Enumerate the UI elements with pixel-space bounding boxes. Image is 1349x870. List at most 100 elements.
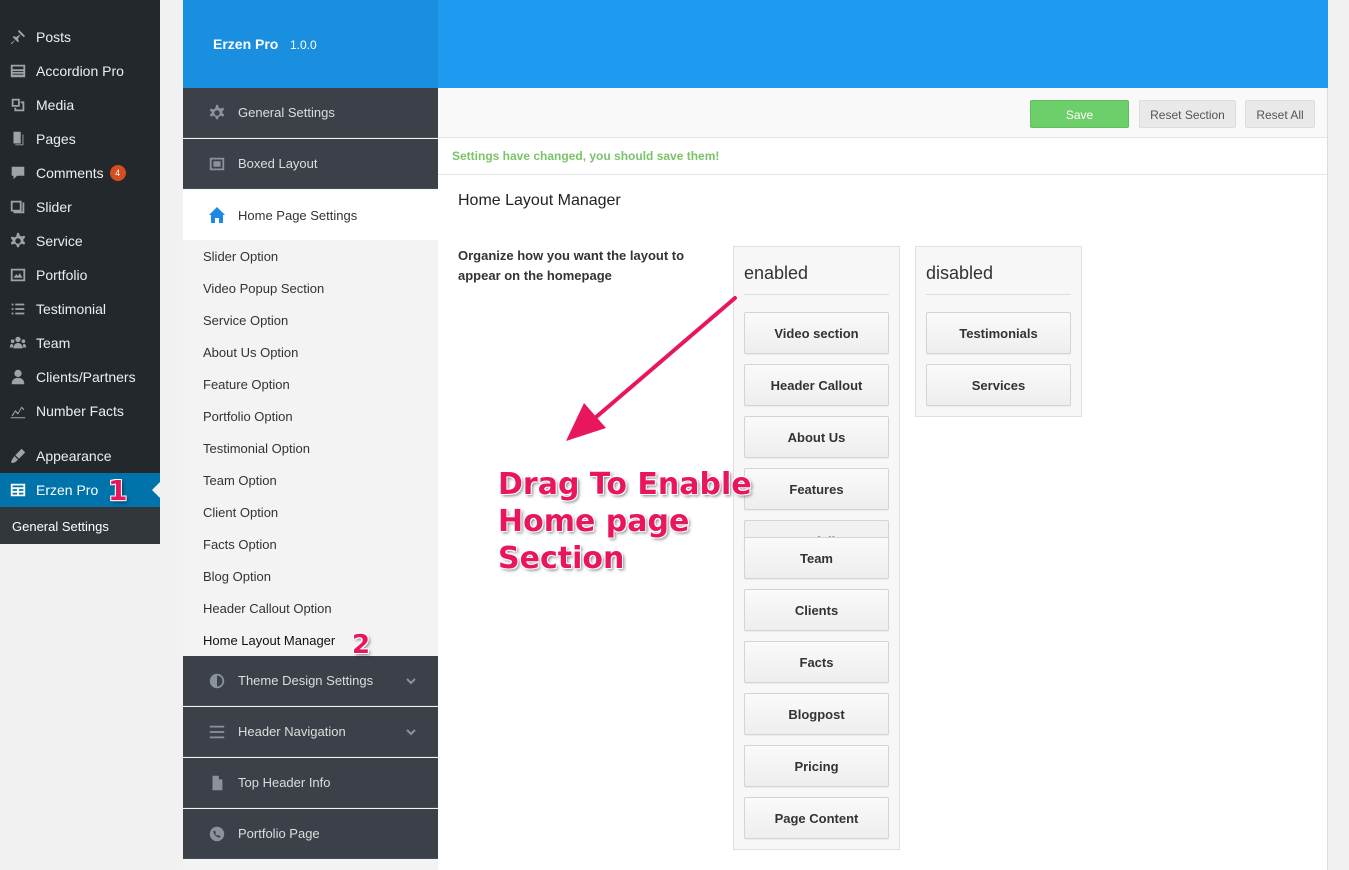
submenu-general-settings[interactable]: General Settings (0, 507, 160, 544)
subtab-slider-option[interactable]: Slider Option (203, 249, 278, 264)
options-sidebar: General Settings Boxed Layout Home Page … (183, 88, 438, 870)
tab-general-settings[interactable]: General Settings (183, 88, 438, 138)
table-icon (8, 480, 28, 500)
menu-item-erzen-pro[interactable]: Erzen Pro (0, 473, 160, 507)
brand-version: 1.0.0 (290, 38, 317, 52)
save-changes-button[interactable]: Save Changes (1030, 100, 1129, 150)
options-toolbar: Save Changes Reset Section Reset All (438, 88, 1327, 150)
reset-all-button[interactable]: Reset All (1245, 100, 1315, 128)
subtab-feature-option[interactable]: Feature Option (203, 377, 290, 392)
home-icon (207, 205, 227, 225)
sortable-block[interactable]: Pricing (744, 745, 889, 787)
pages-icon (8, 129, 28, 149)
subtab-facts-option[interactable]: Facts Option (203, 537, 277, 552)
annotation-step-2: 2 (352, 630, 371, 660)
team-icon (8, 333, 28, 353)
options-header: Erzen Pro 1.0.0 (183, 0, 1328, 88)
boxed-layout-icon (207, 154, 227, 174)
section-title: Home Layout Manager (458, 192, 621, 209)
field-description: Organize how you want the layout to appe… (458, 248, 685, 283)
media-icon (8, 95, 28, 115)
sortable-block[interactable]: Header Callout (744, 364, 889, 406)
sortable-block[interactable]: Features (744, 468, 889, 510)
menu-item-clients-partners[interactable]: Clients/Partners (0, 360, 160, 394)
reset-section-button[interactable]: Reset Section (1139, 100, 1236, 128)
brand-title: Erzen Pro (213, 36, 279, 52)
callout-line: Drag To Enable (498, 467, 752, 502)
subtab-team-option[interactable]: Team Option (203, 473, 277, 488)
menu-label: Number Facts (36, 403, 124, 419)
subtab-portfolio-option[interactable]: Portfolio Option (203, 409, 293, 424)
gear-icon (207, 103, 227, 123)
list-icon (8, 61, 28, 81)
sortable-block[interactable]: Services (926, 364, 1071, 406)
document-icon (207, 773, 227, 793)
tab-header-navigation[interactable]: Header Navigation (183, 707, 438, 757)
tab-boxed-layout[interactable]: Boxed Layout (183, 139, 438, 189)
tab-label: Home Page Settings (238, 207, 358, 223)
menu-icon (207, 722, 227, 742)
tab-portfolio-page[interactable]: Portfolio Page (183, 809, 438, 859)
menu-item-number-facts[interactable]: Number Facts (0, 394, 160, 428)
menu-label: Appearance (36, 448, 112, 464)
sortable-block[interactable]: Team (744, 537, 889, 579)
comment-icon (8, 163, 28, 183)
subtab-video-popup-section[interactable]: Video Popup Section (203, 281, 324, 296)
tab-label: Portfolio Page (238, 826, 320, 841)
menu-item-posts[interactable]: Posts (0, 20, 160, 54)
enabled-column[interactable]: enabled Video section Header Callout Abo… (733, 246, 900, 850)
menu-item-testimonial[interactable]: Testimonial (0, 292, 160, 326)
menu-label: Portfolio (36, 267, 88, 283)
comments-count-badge: 4 (109, 165, 126, 181)
sortable-block[interactable]: Facts (744, 641, 889, 683)
subtab-about-us-option[interactable]: About Us Option (203, 345, 298, 360)
subtab-testimonial-option[interactable]: Testimonial Option (203, 441, 310, 456)
subtab-client-option[interactable]: Client Option (203, 505, 278, 520)
sortable-block[interactable]: Blogpost (744, 693, 889, 735)
annotation-step-1: 1 (108, 474, 128, 507)
sortable-block[interactable]: Testimonials (926, 312, 1071, 354)
menu-item-service[interactable]: Service (0, 224, 160, 258)
wp-admin-menu: Posts Accordion Pro Media Pages Comments… (0, 0, 160, 544)
subtab-service-option[interactable]: Service Option (203, 313, 288, 328)
menu-item-portfolio[interactable]: Portfolio (0, 258, 160, 292)
notice-text: Settings have changed, you should save t… (452, 149, 720, 163)
menu-item-pages[interactable]: Pages (0, 122, 160, 156)
sortable-block[interactable]: Video section (744, 312, 889, 354)
callout-line: Home page (498, 504, 690, 539)
menu-item-team[interactable]: Team (0, 326, 160, 360)
menu-label: Testimonial (36, 301, 107, 317)
tab-theme-design-settings[interactable]: Theme Design Settings (183, 656, 438, 706)
chevron-down-icon (406, 674, 416, 685)
brush-icon (8, 446, 28, 466)
sortable-block[interactable]: Page Content (744, 797, 889, 839)
tab-top-header-info[interactable]: Top Header Info (183, 758, 438, 808)
menu-label: Comments (36, 165, 104, 181)
menu-item-slider[interactable]: Slider (0, 190, 160, 224)
menu-label: Erzen Pro (36, 482, 99, 498)
sortable-block[interactable]: About Us (744, 416, 889, 458)
submenu-label: General Settings (12, 519, 109, 534)
disabled-column[interactable]: disabled Testimonials Services (915, 246, 1082, 417)
menu-label: Clients/Partners (36, 369, 136, 385)
menu-label: Service (36, 233, 83, 249)
menu-item-comments[interactable]: Comments 4 (0, 156, 160, 190)
annotation-callout: Drag To Enable Home page Section (498, 466, 752, 577)
menu-label: Pages (36, 131, 76, 147)
menu-label: Slider (36, 199, 72, 215)
sortable-block[interactable]: Clients (744, 589, 889, 631)
tab-label: Header Navigation (238, 724, 346, 739)
pin-icon (8, 27, 28, 47)
enabled-column-title: enabled (744, 263, 889, 295)
subtab-home-layout-manager[interactable]: Home Layout Manager (203, 633, 335, 648)
menu-item-media[interactable]: Media (0, 88, 160, 122)
tab-home-page-settings[interactable]: Home Page Settings (183, 190, 438, 240)
tab-label: Boxed Layout (238, 156, 318, 171)
menu-item-appearance[interactable]: Appearance (0, 439, 160, 473)
list-lines-icon (8, 299, 28, 319)
tab-label: Top Header Info (238, 775, 331, 790)
menu-item-accordion-pro[interactable]: Accordion Pro (0, 54, 160, 88)
subtab-blog-option[interactable]: Blog Option (203, 569, 271, 584)
brand-box: Erzen Pro 1.0.0 (183, 0, 438, 88)
subtab-header-callout-option[interactable]: Header Callout Option (203, 601, 332, 616)
